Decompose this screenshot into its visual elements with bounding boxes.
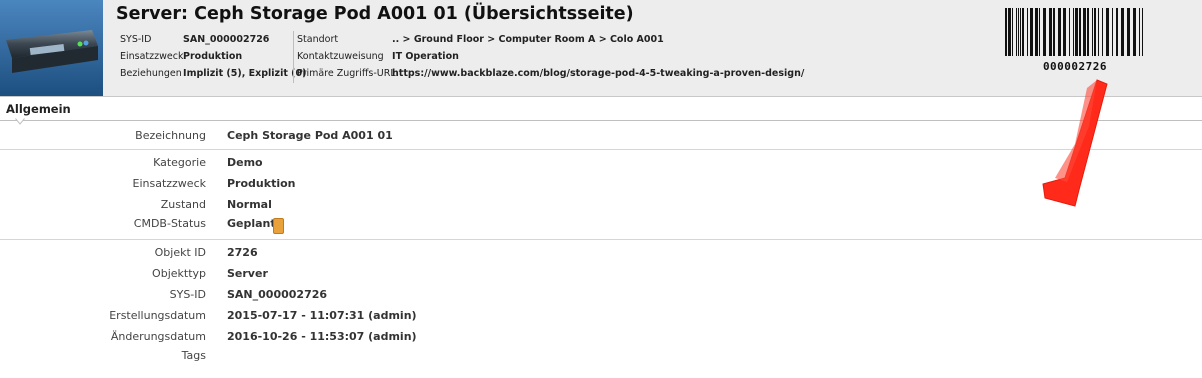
header-info-col1: SYS-ID SAN_000002726 Einsatzzweck Produk… [120,31,306,83]
header-einsatzzweck-label: Einsatzzweck [120,51,184,62]
header-sysid-value: SAN_000002726 [183,34,270,45]
header-kontakt-label: Kontaktzuweisung [297,51,384,62]
header-einsatzzweck-row: Einsatzzweck Produktion [120,48,290,65]
field-value: 2016-10-26 - 11:53:07 (admin) [227,330,417,343]
field-tags: Tags [0,346,1202,366]
section-header[interactable]: Allgemein [0,97,1202,121]
field-kategorie: Kategorie Demo [0,153,1202,173]
section-title: Allgemein [6,102,71,116]
field-value: 2015-07-17 - 11:07:31 (admin) [227,309,417,322]
field-label: SYS-ID [169,288,206,301]
field-objekt-id: Objekt ID 2726 [0,243,1202,263]
header-beziehungen-label: Beziehungen [120,68,182,79]
field-label: Tags [181,349,206,362]
field-label: Objekt ID [154,246,206,259]
header-sysid-label: SYS-ID [120,34,152,45]
header-sysid-row: SYS-ID SAN_000002726 [120,31,290,48]
field-value: Server [227,267,268,280]
header-standort-row: Standort .. > Ground Floor > Computer Ro… [297,31,997,48]
header-standort-value[interactable]: .. > Ground Floor > Computer Room A > Co… [392,34,664,45]
field-value: Produktion [227,177,296,190]
field-bezeichnung: Bezeichnung Ceph Storage Pod A001 01 [0,126,1202,146]
header-divider [293,31,294,83]
header-standort-label: Standort [297,34,339,45]
field-label: Änderungsdatum [110,330,206,343]
barcode-number: 000002726 [1042,60,1108,73]
field-zustand: Zustand Normal [0,195,1202,215]
field-cmdb-status: CMDB-Status Geplant [0,214,1202,234]
field-label: CMDB-Status [133,217,206,230]
header-url-link[interactable]: https://www.backblaze.com/blog/storage-p… [392,68,804,79]
field-label: Kategorie [153,156,206,169]
field-erstellungsdatum: Erstellungsdatum 2015-07-17 - 11:07:31 (… [0,306,1202,326]
field-label: Objekttyp [152,267,206,280]
field-value: Geplant [227,217,276,230]
field-divider [0,149,1202,150]
object-header: Server: Ceph Storage Pod A001 01 (Übersi… [0,0,1202,97]
field-label: Einsatzzweck [132,177,207,190]
field-value: SAN_000002726 [227,288,328,301]
field-objekttyp: Objekttyp Server [0,264,1202,284]
field-label: Erstellungsdatum [109,309,206,322]
header-beziehungen-value[interactable]: Implizit (5), Explizit (0) [183,68,306,79]
header-kontakt-row: Kontaktzuweisung IT Operation [297,48,997,65]
server-image-icon [0,0,103,96]
field-aenderungsdatum: Änderungsdatum 2016-10-26 - 11:53:07 (ad… [0,327,1202,347]
field-value: Normal [227,198,272,211]
field-label: Zustand [160,198,206,211]
header-info-col2: Standort .. > Ground Floor > Computer Ro… [297,31,997,83]
field-value: 2726 [227,246,258,259]
field-value: Demo [227,156,263,169]
field-einsatzzweck: Einsatzzweck Produktion [0,174,1202,194]
barcode: 000002726 [1005,8,1185,78]
field-sys-id: SYS-ID SAN_000002726 [0,285,1202,305]
header-einsatzzweck-value: Produktion [183,51,243,62]
field-value: Ceph Storage Pod A001 01 [227,129,393,142]
annotation-arrow-icon [1042,79,1108,207]
field-divider [0,239,1202,240]
barcode-bars-icon [1005,8,1143,56]
field-label: Bezeichnung [135,129,206,142]
header-beziehungen-row[interactable]: Beziehungen Implizit (5), Explizit (0) [120,65,306,82]
header-kontakt-value[interactable]: IT Operation [392,51,459,62]
header-url-row: Primäre Zugriffs-URL https://www.backbla… [297,65,997,82]
header-url-label: Primäre Zugriffs-URL [297,68,396,79]
page-title: Server: Ceph Storage Pod A001 01 (Übersi… [116,4,634,24]
status-color-badge [273,218,284,234]
